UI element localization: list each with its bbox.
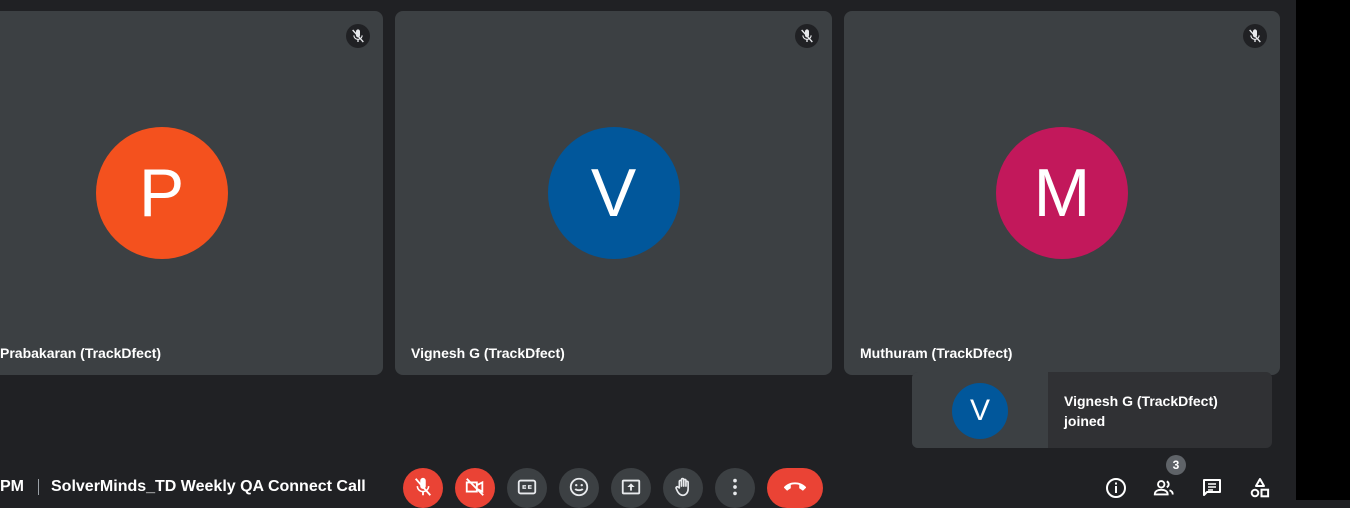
participant-tile-3[interactable]: M Muthuram (TrackDfect) xyxy=(844,11,1280,375)
meeting-title: SolverMinds_TD Weekly QA Connect Call xyxy=(51,478,366,495)
hang-up-icon xyxy=(784,482,806,491)
meeting-info: PM SolverMinds_TD Weekly QA Connect Call xyxy=(0,478,366,496)
toast-message: Vignesh G (TrackDfect) joined xyxy=(1048,372,1218,448)
participant-name: Prabakaran (TrackDfect) xyxy=(0,345,162,361)
chat-icon xyxy=(1203,479,1221,496)
camera-off-icon xyxy=(465,478,484,496)
avatar-initial: V xyxy=(969,394,990,427)
mic-off-icon xyxy=(795,24,819,48)
participant-avatar: P xyxy=(95,127,228,259)
mic-off-icon xyxy=(346,24,370,48)
more-options-icon xyxy=(733,478,737,496)
raise-hand-button[interactable] xyxy=(663,468,703,508)
participant-name: Muthuram (TrackDfect) xyxy=(860,345,1013,361)
mic-off-icon xyxy=(414,477,432,496)
participant-avatar: V xyxy=(547,127,680,259)
join-notification: V Vignesh G (TrackDfect) joined xyxy=(912,372,1272,448)
activities-icon xyxy=(1250,478,1270,498)
emoji-icon xyxy=(569,477,589,497)
toast-avatar: V xyxy=(952,383,1008,439)
avatar-initial: V xyxy=(590,155,637,231)
divider xyxy=(38,479,39,495)
participant-count-badge: 3 xyxy=(1166,455,1186,475)
meeting-details-button[interactable] xyxy=(1104,476,1128,500)
activities-button[interactable] xyxy=(1248,476,1272,500)
toast-avatar-panel: V xyxy=(912,372,1048,448)
captions-button[interactable] xyxy=(507,468,547,508)
participant-tile-2[interactable]: V Vignesh G (TrackDfect) xyxy=(395,11,832,375)
mic-off-icon xyxy=(1243,24,1267,48)
chat-button[interactable] xyxy=(1200,476,1224,500)
participant-name: Vignesh G (TrackDfect) xyxy=(411,345,565,361)
emoji-reaction-button[interactable] xyxy=(559,468,599,508)
avatar-initial: M xyxy=(1033,155,1091,231)
toast-line-1: Vignesh G (TrackDfect) xyxy=(1064,393,1218,409)
present-icon xyxy=(621,479,641,495)
show-everyone-button[interactable] xyxy=(1152,476,1176,500)
toast-line-2: joined xyxy=(1064,413,1106,429)
info-icon xyxy=(1106,478,1126,498)
present-now-button[interactable] xyxy=(611,468,651,508)
meeting-time: PM xyxy=(0,478,24,495)
avatar-initial: P xyxy=(138,155,185,231)
captions-icon xyxy=(517,479,537,495)
window-edge xyxy=(1296,0,1350,500)
mic-toggle-button[interactable] xyxy=(403,468,443,508)
people-icon xyxy=(1153,480,1174,496)
participant-tile-1[interactable]: P Prabakaran (TrackDfect) xyxy=(0,11,383,375)
camera-toggle-button[interactable] xyxy=(455,468,495,508)
participant-avatar: M xyxy=(996,127,1128,259)
leave-call-button[interactable] xyxy=(767,468,823,508)
more-options-button[interactable] xyxy=(715,468,755,508)
raise-hand-icon xyxy=(675,477,689,497)
